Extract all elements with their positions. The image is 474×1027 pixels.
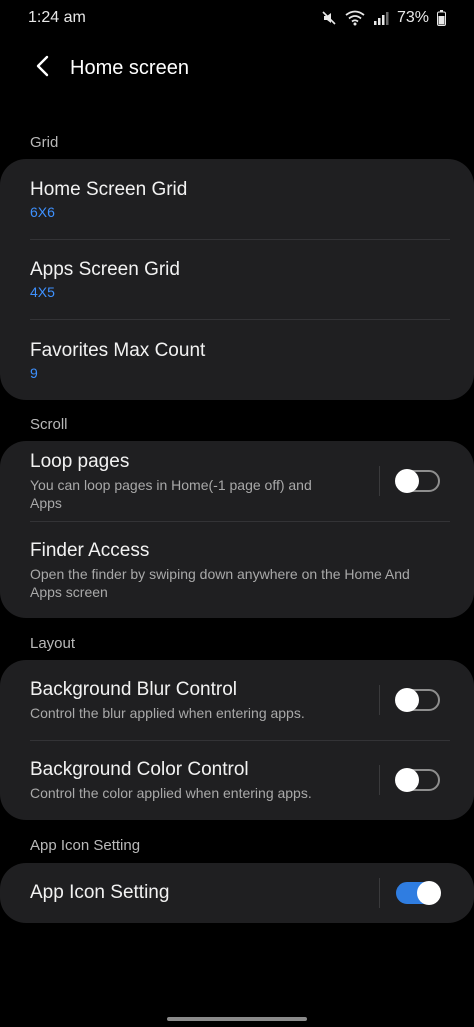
section-label-scroll: Scroll <box>30 416 68 433</box>
setting-title: Finder Access <box>30 539 150 561</box>
setting-home-screen-grid[interactable]: Home Screen Grid 6X6 <box>0 159 474 239</box>
toggle-knob <box>395 688 419 712</box>
setting-value: 6X6 <box>30 204 55 220</box>
background-blur-toggle[interactable] <box>395 688 440 712</box>
home-indicator[interactable] <box>167 1017 307 1021</box>
toggle-knob <box>395 768 419 792</box>
loop-pages-toggle[interactable] <box>395 469 440 493</box>
back-arrow-icon <box>35 55 49 82</box>
setting-value: 4X5 <box>30 284 55 300</box>
divider <box>379 466 380 496</box>
setting-background-blur-control[interactable]: Background Blur Control Control the blur… <box>0 660 474 740</box>
battery-percent: 73% <box>396 9 429 26</box>
toggle-container <box>379 466 440 496</box>
setting-loop-pages[interactable]: Loop pages You can loop pages in Home(-1… <box>0 441 474 521</box>
page-title: Home screen <box>70 56 189 79</box>
background-color-toggle[interactable] <box>395 768 440 792</box>
setting-title: Apps Screen Grid <box>30 259 180 280</box>
toggle-knob <box>395 469 419 493</box>
app-icon-toggle[interactable] <box>396 881 441 905</box>
section-label-layout: Layout <box>30 635 76 652</box>
divider <box>379 878 380 908</box>
signal-icon <box>373 10 389 26</box>
toggle-container <box>379 878 441 908</box>
setting-app-icon[interactable]: App Icon Setting <box>0 863 474 923</box>
section-label-grid: Grid <box>30 134 59 151</box>
screen: 1:24 am 73% Home screen Grid Home Screen… <box>0 0 474 1027</box>
status-bar: 1:24 am 73% <box>0 0 474 36</box>
section-label-app-icon: App Icon Setting <box>30 837 141 854</box>
mute-icon <box>321 10 337 26</box>
setting-background-color-control[interactable]: Background Color Control Control the col… <box>0 740 474 820</box>
card-grid: Home Screen Grid 6X6 Apps Screen Grid 4X… <box>0 159 474 400</box>
setting-subtitle: Open the finder by swiping down anywhere… <box>30 565 410 600</box>
battery-icon <box>437 10 446 26</box>
toggle-container <box>379 765 440 795</box>
setting-title: Home Screen Grid <box>30 179 188 200</box>
divider <box>379 685 380 715</box>
back-button[interactable] <box>22 48 62 88</box>
setting-finder-access[interactable]: Finder Access Open the finder by swiping… <box>0 521 474 618</box>
setting-value: 9 <box>30 364 38 381</box>
app-bar: Home screen <box>0 44 474 92</box>
card-scroll: Loop pages You can loop pages in Home(-1… <box>0 441 474 618</box>
setting-favorites-max-count[interactable]: Favorites Max Count 9 <box>0 319 474 400</box>
setting-apps-screen-grid[interactable]: Apps Screen Grid 4X5 <box>0 239 474 319</box>
toggle-knob <box>417 881 441 905</box>
card-layout: Background Blur Control Control the blur… <box>0 660 474 820</box>
card-app-icon: App Icon Setting <box>0 863 474 923</box>
status-time: 1:24 am <box>28 9 86 26</box>
setting-title: Favorites Max Count <box>30 339 206 361</box>
divider <box>379 765 380 795</box>
wifi-icon <box>345 10 365 26</box>
status-icons: 73% <box>321 9 446 27</box>
toggle-container <box>379 685 440 715</box>
